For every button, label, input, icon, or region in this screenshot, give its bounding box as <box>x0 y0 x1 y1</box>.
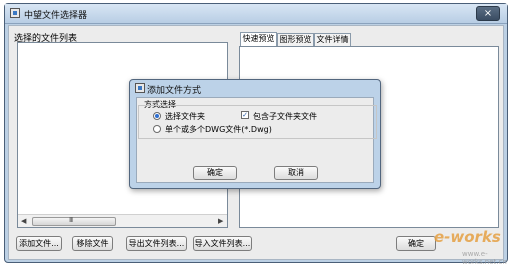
add-file-button[interactable]: 添加文件... <box>16 236 62 251</box>
export-list-button[interactable]: 导出文件列表... <box>126 236 187 251</box>
watermark-url: www.e-works.net.cn <box>462 250 507 266</box>
scroll-right-icon[interactable]: ▶ <box>218 217 223 225</box>
radio-dwg-files[interactable] <box>153 125 161 133</box>
dialog-cancel-button[interactable]: 取消 <box>274 166 318 180</box>
import-list-button[interactable]: 导入文件列表... <box>193 236 252 251</box>
include-subfolders-checkbox[interactable]: ✓ <box>241 111 249 119</box>
app-icon <box>10 8 20 18</box>
tab-graphic-preview[interactable]: 图形预览 <box>277 33 314 46</box>
tab-file-details[interactable]: 文件详情 <box>314 33 351 46</box>
add-file-mode-dialog: 添加文件方式 方式选择 选择文件夹 ✓ 包含子文件夹文件 单个或多个DWG文件(… <box>129 79 381 189</box>
dialog-ok-button[interactable]: 确定 <box>193 166 237 180</box>
main-window-title: 中望文件选择器 <box>24 11 88 21</box>
scroll-left-icon[interactable]: ◀ <box>21 217 26 225</box>
include-subfolders-label[interactable]: 包含子文件夹文件 <box>253 111 317 122</box>
horizontal-scrollbar[interactable]: ◀ III ▶ <box>18 214 227 227</box>
main-title-bar[interactable]: 中望文件选择器 × <box>5 4 507 24</box>
scroll-thumb[interactable]: III <box>32 216 116 226</box>
radio-select-folder-label[interactable]: 选择文件夹 <box>165 111 205 122</box>
radio-select-folder[interactable] <box>153 112 161 120</box>
radio-dwg-files-label[interactable]: 单个或多个DWG文件(*.Dwg) <box>165 124 272 135</box>
close-button[interactable]: × <box>476 6 500 21</box>
mode-group: 选择文件夹 ✓ 包含子文件夹文件 单个或多个DWG文件(*.Dwg) <box>138 105 377 139</box>
watermark-logo: e-works <box>434 228 501 246</box>
remove-file-button[interactable]: 移除文件 <box>72 236 113 251</box>
scroll-grip-icon: III <box>69 216 73 224</box>
dialog-title: 添加文件方式 <box>147 86 202 96</box>
tab-quick-preview[interactable]: 快速预览 <box>240 32 277 46</box>
dialog-icon <box>135 83 145 93</box>
ok-button[interactable]: 确定 <box>396 236 436 251</box>
